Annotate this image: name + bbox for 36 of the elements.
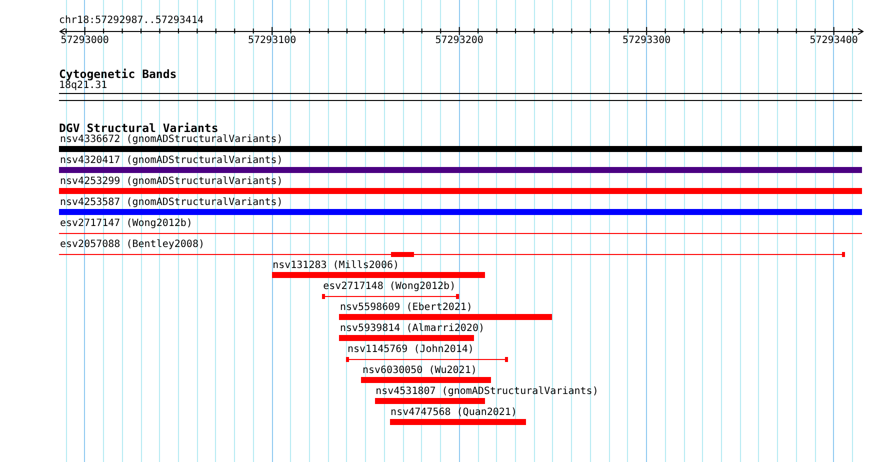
variant-bar[interactable]: [374, 398, 486, 404]
variant-bar[interactable]: [59, 167, 862, 173]
variant-bar[interactable]: [361, 377, 491, 383]
variant-label: nsv131283 (Mills2006): [272, 260, 400, 272]
variant-label: nsv1145769 (John2014): [347, 344, 474, 356]
variant-label: esv2717147 (Wong2012b): [60, 218, 192, 230]
ruler-tick-label: 57293100: [248, 35, 296, 47]
variant-bar[interactable]: [339, 335, 474, 341]
variant-label: nsv4336672 (gnomADStructuralVariants): [60, 134, 283, 146]
variant-label: esv2057088 (Bentley2008): [60, 239, 204, 251]
band-name: 18q21.31: [59, 80, 108, 92]
ruler-tick-label: 57293200: [435, 35, 484, 47]
variant-label: nsv6030050 (Wu2021): [362, 365, 477, 377]
variant-label: nsv4253587 (gnomADStructuralVariants): [60, 197, 283, 209]
track-title: Cytogenetic Bands: [59, 68, 177, 80]
ruler-tick-label: 57293300: [622, 35, 671, 47]
variant-line[interactable]: [322, 294, 459, 299]
variant-bar[interactable]: [272, 272, 486, 278]
variant-label: nsv4531807 (gnomADStructuralVariants): [376, 386, 598, 398]
track-title: DGV Structural Variants: [59, 122, 218, 134]
variant-label: nsv4320417 (gnomADStructuralVariants): [60, 155, 283, 167]
variant-bar[interactable]: [339, 314, 552, 320]
variant-label: nsv4747568 (Quan2021): [390, 407, 517, 419]
variant-bar[interactable]: [59, 209, 862, 215]
ruler-tick-label: 57293000: [60, 35, 109, 47]
variant-bar[interactable]: [59, 188, 862, 194]
variant-bar[interactable]: [390, 419, 526, 425]
ruler-tick-label: 57293400: [810, 35, 858, 47]
variant-label: nsv5598609 (Ebert2021): [340, 302, 472, 314]
position-range: chr18:57292987..57293414: [59, 15, 204, 27]
variant-label: nsv4253299 (gnomADStructuralVariants): [60, 176, 283, 188]
variant-line[interactable]: [346, 357, 508, 362]
variant-label: esv2717148 (Wong2012b): [323, 281, 456, 293]
variant-line[interactable]: [59, 252, 845, 257]
variant-bar[interactable]: [59, 146, 862, 152]
variant-label: nsv5939814 (Almarri2020): [340, 323, 484, 335]
